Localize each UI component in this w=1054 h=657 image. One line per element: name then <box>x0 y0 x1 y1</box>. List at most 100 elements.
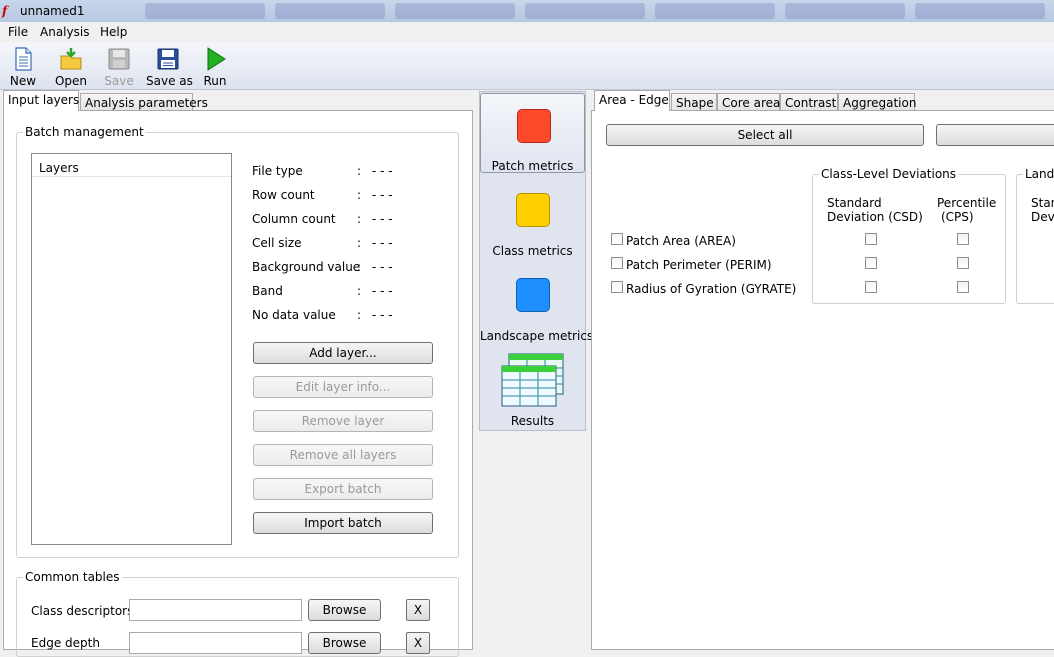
layers-list[interactable]: Layers <box>31 153 232 545</box>
band-label: Band <box>252 284 283 298</box>
row-count-value: - - - <box>372 188 393 202</box>
radius-of-gyration-csd-checkbox[interactable] <box>865 281 877 293</box>
add-layer-button[interactable]: Add layer... <box>253 342 433 364</box>
open-button[interactable]: Open <box>53 44 89 88</box>
app-logo-icon: f <box>2 4 8 18</box>
patch-perimeter-cps-checkbox[interactable] <box>957 257 969 269</box>
info-colon: : <box>357 188 362 202</box>
background-taskbar-tab <box>655 3 775 19</box>
patch-area-label: Patch Area (AREA) <box>626 234 736 248</box>
info-colon: : <box>357 284 362 298</box>
info-colon: : <box>357 260 362 274</box>
column-count-value: - - - <box>372 212 393 226</box>
save-as-button[interactable]: Save as <box>146 44 193 88</box>
run-button[interactable]: Run <box>200 44 230 88</box>
background-taskbar-tab <box>785 3 905 19</box>
info-colon: : <box>357 164 362 178</box>
new-button[interactable]: New <box>6 44 40 88</box>
nav-class-metrics[interactable]: Class metrics <box>480 180 585 260</box>
file-type-value: - - - <box>372 164 393 178</box>
run-button-label: Run <box>203 74 227 88</box>
save-as-disk-icon <box>157 48 179 70</box>
no-data-value-label: No data value <box>252 308 336 322</box>
edge-depth-clear-button[interactable]: X <box>406 632 430 654</box>
import-batch-button[interactable]: Import batch <box>253 512 433 534</box>
no-data-value-value: - - - <box>372 308 393 322</box>
lsd-header-line2: Devi <box>1031 210 1054 224</box>
band-value: - - - <box>372 284 393 298</box>
new-document-icon <box>15 47 32 71</box>
class-metrics-label: Class metrics <box>492 244 573 258</box>
open-folder-icon <box>60 48 82 70</box>
landscape-level-deviations-group: Lands <box>1016 167 1054 304</box>
new-button-label: New <box>9 74 37 88</box>
radius-of-gyration-label: Radius of Gyration (GYRATE) <box>626 282 797 296</box>
toolbar: New Open Save Save as Run <box>0 42 1054 90</box>
background-value-value: - - - <box>372 260 393 274</box>
menu-file[interactable]: File <box>7 25 29 39</box>
open-button-label: Open <box>54 74 88 88</box>
save-disk-icon <box>108 48 130 70</box>
remove-all-layers-button[interactable]: Remove all layers <box>253 444 433 466</box>
file-type-label: File type <box>252 164 303 178</box>
patch-perimeter-csd-checkbox[interactable] <box>865 257 877 269</box>
layers-header-label: Layers <box>39 161 79 175</box>
lsd-header-line1: Stan <box>1031 196 1054 210</box>
deselect-all-button[interactable] <box>936 124 1054 146</box>
menu-analysis[interactable]: Analysis <box>39 25 90 39</box>
cps-header-line2: (CPS) <box>941 210 974 224</box>
layers-list-header[interactable]: Layers <box>32 154 231 177</box>
background-taskbar-tab <box>145 3 265 19</box>
tab-area-edge[interactable]: Area - Edge <box>594 90 670 111</box>
info-colon: : <box>357 236 362 250</box>
row-count-label: Row count <box>252 188 315 202</box>
cell-size-label: Cell size <box>252 236 302 250</box>
patch-area-cps-checkbox[interactable] <box>957 233 969 245</box>
menu-bar: File Analysis Help <box>0 22 1054 43</box>
patch-area-csd-checkbox[interactable] <box>865 233 877 245</box>
results-label: Results <box>510 414 555 428</box>
remove-layer-button[interactable]: Remove layer <box>253 410 433 432</box>
edit-layer-info-button[interactable]: Edit layer info... <box>253 376 433 398</box>
menu-help[interactable]: Help <box>99 25 128 39</box>
select-all-button[interactable]: Select all <box>606 124 924 146</box>
radius-of-gyration-cps-checkbox[interactable] <box>957 281 969 293</box>
save-as-button-label: Save as <box>146 74 193 88</box>
radius-of-gyration-checkbox[interactable] <box>611 281 623 293</box>
tab-input-layers[interactable]: Input layers <box>3 90 79 111</box>
patch-perimeter-label: Patch Perimeter (PERIM) <box>626 258 772 272</box>
background-taskbar-tab <box>915 3 1045 19</box>
patch-area-checkbox[interactable] <box>611 233 623 245</box>
background-taskbar-tab <box>275 3 385 19</box>
info-colon: : <box>357 308 362 322</box>
edge-depth-browse-button[interactable]: Browse <box>308 632 381 654</box>
nav-patch-metrics[interactable]: Patch metrics <box>480 93 585 173</box>
run-play-icon <box>207 47 226 71</box>
class-descriptors-clear-button[interactable]: X <box>406 599 430 621</box>
edge-depth-input[interactable] <box>129 632 302 654</box>
nav-results[interactable]: Results <box>480 350 585 430</box>
batch-management-title: Batch management <box>23 125 146 139</box>
cps-header-line1: Percentile <box>937 196 997 210</box>
export-batch-button[interactable]: Export batch <box>253 478 433 500</box>
results-table-icon <box>501 353 564 407</box>
patch-metrics-label: Patch metrics <box>491 159 574 173</box>
class-descriptors-label: Class descriptors <box>31 604 134 618</box>
patch-perimeter-checkbox[interactable] <box>611 257 623 269</box>
cell-size-value: - - - <box>372 236 393 250</box>
save-button-label: Save <box>104 74 134 88</box>
common-tables-title: Common tables <box>23 570 122 584</box>
landscape-metrics-icon <box>516 278 550 312</box>
edge-depth-label: Edge depth <box>31 636 100 650</box>
class-level-deviations-group: Class-Level Deviations <box>812 167 1006 304</box>
csd-header-line2: Deviation (CSD) <box>827 210 923 224</box>
info-colon: : <box>357 212 362 226</box>
save-button[interactable]: Save <box>102 44 136 88</box>
class-descriptors-input[interactable] <box>129 599 302 621</box>
background-taskbar-tab <box>525 3 645 19</box>
landscape-level-deviations-title: Lands <box>1023 167 1054 181</box>
column-count-label: Column count <box>252 212 336 226</box>
class-level-deviations-title: Class-Level Deviations <box>819 167 959 181</box>
class-descriptors-browse-button[interactable]: Browse <box>308 599 381 621</box>
nav-landscape-metrics[interactable]: Landscape metrics <box>480 265 593 345</box>
